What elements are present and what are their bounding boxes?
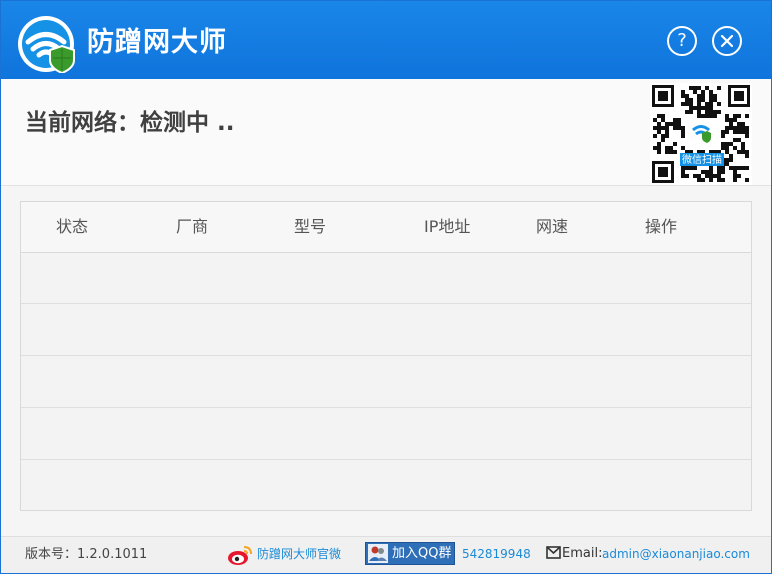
envelope-icon bbox=[546, 546, 561, 559]
table-row bbox=[21, 461, 751, 512]
close-button[interactable] bbox=[712, 26, 742, 56]
device-table: 状态 厂商 型号 IP地址 网速 操作 bbox=[20, 201, 752, 511]
network-status-panel: 当前网络：检测中 .. 微信扫描 bbox=[1, 79, 771, 186]
column-action: 操作 bbox=[645, 217, 678, 236]
column-status: 状态 bbox=[56, 217, 89, 236]
table-row bbox=[21, 305, 751, 356]
help-button[interactable]: ? bbox=[667, 26, 697, 56]
join-qq-group-button[interactable]: 加入QQ群 bbox=[365, 542, 455, 565]
app-window: 防蹭网大师 ? 当前网络：检测中 .. 微信扫描 状态 厂商 型号 IP地址 网… bbox=[0, 0, 772, 574]
table-row bbox=[21, 357, 751, 408]
qr-caption: 微信扫描 bbox=[682, 153, 722, 166]
qq-people-icon bbox=[368, 544, 388, 563]
email-label: Email: bbox=[562, 546, 603, 561]
weibo-link[interactable]: 防蹭网大师官微 bbox=[257, 545, 341, 563]
column-speed: 网速 bbox=[536, 217, 569, 236]
current-network-label: 当前网络：检测中 .. bbox=[25, 110, 235, 136]
close-circle-icon bbox=[720, 34, 734, 48]
qq-group-number[interactable]: 542819948 bbox=[462, 545, 531, 563]
email-link[interactable]: admin@xiaonanjiao.com bbox=[602, 545, 750, 563]
column-vendor: 厂商 bbox=[176, 217, 209, 236]
join-qq-group-label: 加入QQ群 bbox=[392, 546, 452, 561]
weibo-icon[interactable] bbox=[227, 544, 253, 566]
version-label: 版本号：1.2.0.1011 bbox=[25, 547, 148, 562]
table-header: 状态 厂商 型号 IP地址 网速 操作 bbox=[21, 202, 751, 253]
table-row bbox=[21, 253, 751, 304]
question-circle-icon: ? bbox=[677, 30, 687, 51]
title-bar[interactable]: 防蹭网大师 ? bbox=[1, 1, 771, 79]
table-row bbox=[21, 409, 751, 460]
column-ip: IP地址 bbox=[424, 217, 471, 236]
qr-code: 微信扫描 bbox=[650, 83, 752, 185]
app-title: 防蹭网大师 bbox=[87, 27, 227, 58]
column-model: 型号 bbox=[294, 217, 327, 236]
wifi-shield-logo-icon bbox=[18, 16, 75, 73]
footer-bar: 版本号：1.2.0.1011 防蹭网大师官微 加入QQ群 542819948 E… bbox=[1, 536, 771, 573]
